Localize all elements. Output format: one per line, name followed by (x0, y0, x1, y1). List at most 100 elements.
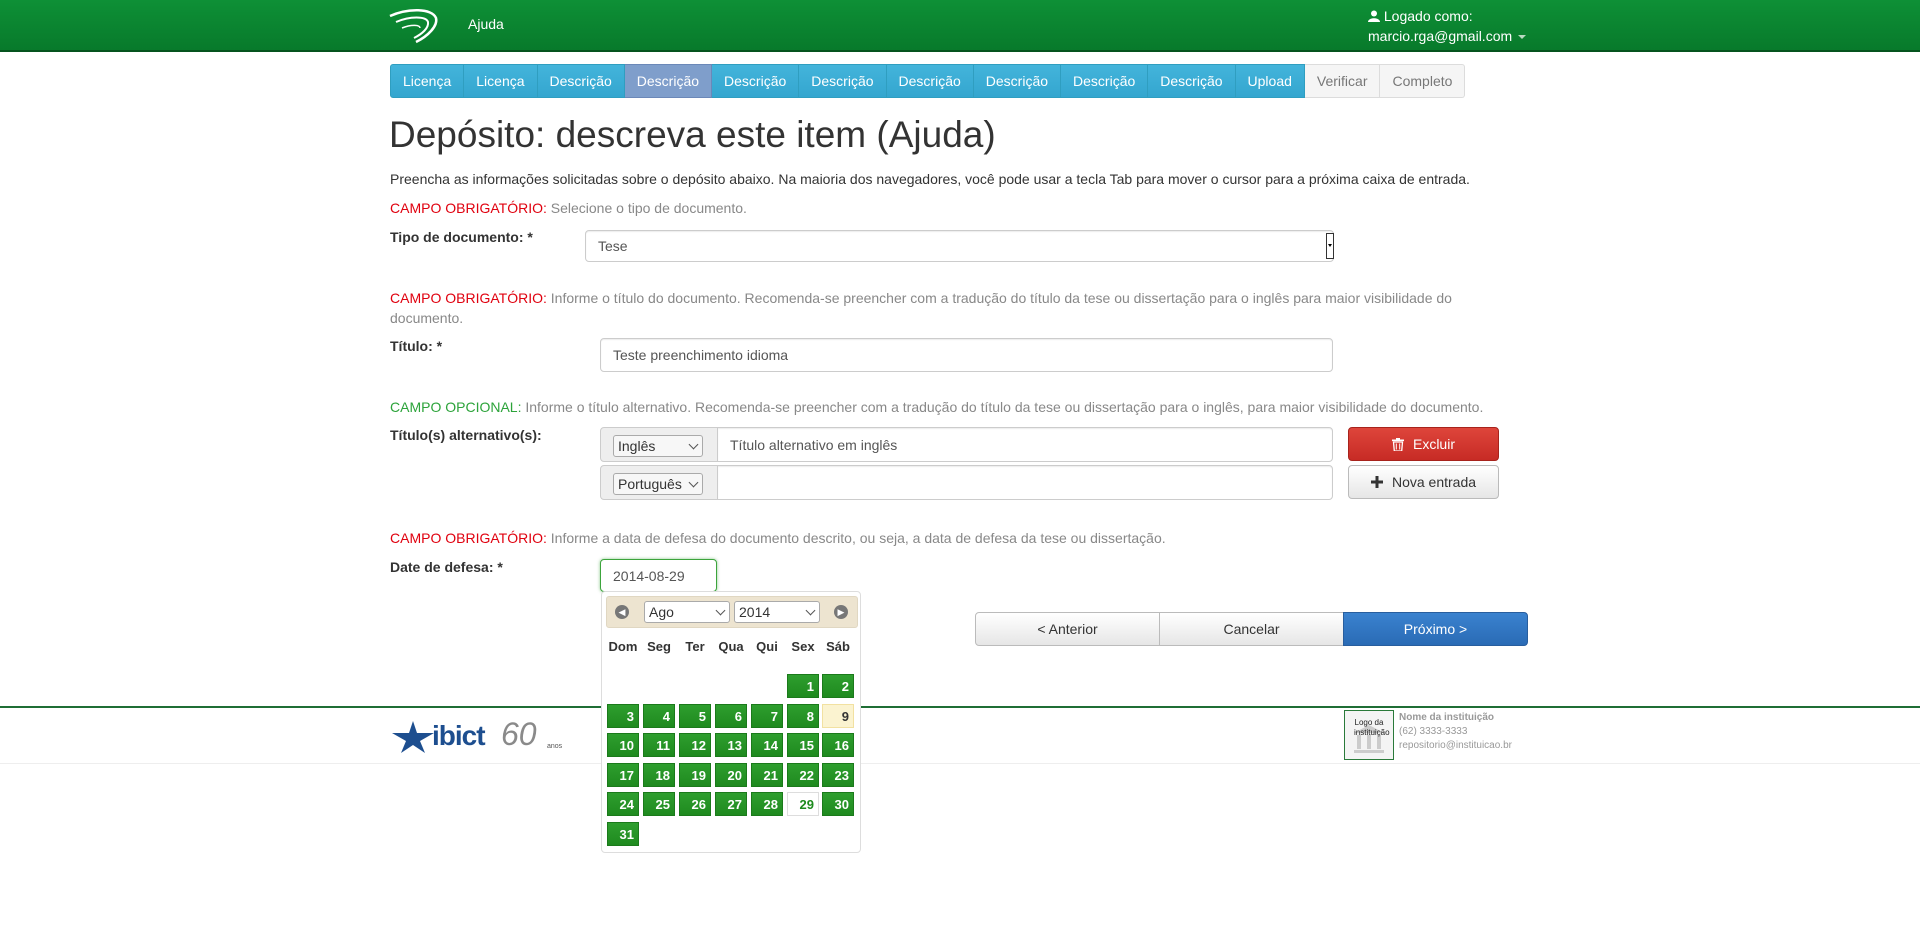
calendar-day[interactable]: 12 (679, 733, 711, 757)
progress-step-9[interactable]: Descrição (1061, 64, 1149, 98)
calendar-day[interactable]: 26 (679, 792, 711, 816)
weekday-label: Sex (791, 639, 815, 654)
required-tag: CAMPO OBRIGATÓRIO: (390, 200, 547, 216)
page-title: Depósito: descreva este item (Ajuda) (389, 114, 996, 155)
calendar-day[interactable]: 15 (787, 733, 819, 757)
calendar-day[interactable]: 21 (751, 763, 783, 787)
page-intro: Preencha as informações solicitadas sobr… (390, 171, 1470, 187)
calendar-day[interactable]: 29 (787, 792, 819, 816)
title-hint-text: Informe o título do documento. Recomenda… (390, 290, 1452, 326)
user-icon (1368, 10, 1380, 22)
defense-date-hint: CAMPO OBRIGATÓRIO: Informe a data de def… (390, 528, 1166, 548)
progress-step-12: Verificar (1304, 64, 1381, 98)
calendar-day[interactable]: 9 (822, 704, 854, 728)
progress-step-8[interactable]: Descrição (973, 64, 1062, 98)
year-select[interactable]: 2014 (734, 601, 820, 623)
doctype-hint-text: Selecione o tipo de documento. (546, 200, 747, 216)
user-label: Logado como: (1383, 8, 1473, 24)
progress-step-10[interactable]: Descrição (1148, 64, 1236, 98)
next-button[interactable]: Próximo > (1343, 612, 1528, 646)
previous-button[interactable]: < Anterior (975, 612, 1160, 646)
calendar-day[interactable]: 10 (607, 733, 639, 757)
calendar-day[interactable]: 31 (607, 822, 639, 846)
lang-select-value: Português (618, 476, 682, 492)
defense-date-value: 2014-08-29 (613, 567, 685, 584)
calendar-day[interactable]: 6 (715, 704, 747, 728)
institution-email[interactable]: repositorio@instituicao.br (1399, 739, 1512, 753)
month-select[interactable]: Ago (644, 601, 730, 623)
calendar-day[interactable]: 20 (715, 763, 747, 787)
calendar-day[interactable]: 27 (715, 792, 747, 816)
calendar-day[interactable]: 2 (822, 674, 854, 698)
prev-month-icon[interactable]: ◀ (615, 605, 629, 619)
footer: ibict 60 anos Logo da instituição Nome d… (0, 706, 1920, 764)
cancel-button[interactable]: Cancelar (1159, 612, 1344, 646)
delete-entry-button[interactable]: Excluir (1348, 427, 1499, 461)
weekday-label: Seg (647, 639, 671, 654)
calendar-day[interactable]: 28 (751, 792, 783, 816)
title-input[interactable]: Teste preenchimento idioma (600, 338, 1333, 372)
nav-help-link[interactable]: Ajuda (468, 16, 504, 32)
calendar-day[interactable]: 7 (751, 704, 783, 728)
progress-step-4[interactable]: Descrição (624, 64, 713, 98)
select-handle-icon[interactable] (1326, 233, 1334, 259)
calendar-day[interactable]: 25 (643, 792, 675, 816)
title-hint: CAMPO OBRIGATÓRIO: Informe o título do d… (390, 288, 1490, 328)
institution-phone: (62) 3333-3333 (1399, 726, 1468, 737)
progress-step-1[interactable]: Licença (390, 64, 465, 98)
calendar-day[interactable]: 4 (643, 704, 675, 728)
alt-title-input-value: Título alternativo em inglês (730, 436, 898, 453)
calendar-day[interactable]: 30 (822, 792, 854, 816)
institution-logo-text: Logo da instituição (1354, 718, 1390, 737)
trash-icon (1391, 437, 1404, 451)
calendar-day[interactable]: 16 (822, 733, 854, 757)
alt-title-lang-select-1[interactable]: Inglês (613, 435, 703, 457)
calendar-day[interactable]: 13 (715, 733, 747, 757)
defense-date-input[interactable]: 2014-08-29 (600, 559, 717, 592)
calendar-day[interactable]: 11 (643, 733, 675, 757)
chevron-down-icon (805, 605, 816, 616)
calendar-day[interactable]: 23 (822, 763, 854, 787)
progress-step-7[interactable]: Descrição (886, 64, 974, 98)
chevron-down-icon[interactable] (1518, 35, 1527, 40)
ibict-logo-anos: anos (547, 743, 563, 750)
weekday-label: Qui (756, 639, 778, 654)
alt-title-label: Título(s) alternativo(s): (390, 427, 542, 443)
calendar-day[interactable]: 8 (787, 704, 819, 728)
chevron-down-icon (715, 605, 726, 616)
add-entry-label: Nova entrada (1391, 474, 1477, 490)
progress-step-5[interactable]: Descrição (712, 64, 800, 98)
weekday-label: Qua (718, 639, 744, 654)
alt-title-lang-select-2[interactable]: Português (613, 473, 703, 495)
calendar-day[interactable]: 17 (607, 763, 639, 787)
doctype-select[interactable]: Tese (585, 230, 1334, 262)
ibict-star-icon (392, 721, 434, 753)
chevron-down-icon (688, 439, 699, 450)
delete-entry-label: Excluir (1412, 436, 1455, 452)
alt-title-input-2[interactable] (717, 465, 1333, 500)
calendar-day[interactable]: 22 (787, 763, 819, 787)
progress-step-3[interactable]: Descrição (537, 64, 625, 98)
next-month-icon[interactable]: ▶ (834, 605, 848, 619)
alt-title-lang-addon-1: Inglês (600, 427, 718, 462)
calendar-day[interactable]: 1 (787, 674, 819, 698)
required-tag: CAMPO OBRIGATÓRIO: (390, 530, 547, 546)
institution-logo: Logo da instituição (1344, 710, 1394, 760)
title-label: Título: * (390, 338, 443, 354)
calendar-day[interactable]: 3 (607, 704, 639, 728)
calendar-day[interactable]: 18 (643, 763, 675, 787)
weekday-label: Sáb (826, 639, 850, 654)
repository-logo-icon[interactable] (388, 6, 440, 44)
alt-title-input-1[interactable]: Título alternativo em inglês (717, 427, 1333, 462)
user-email[interactable]: marcio.rga@gmail.com (1368, 28, 1512, 44)
user-menu[interactable]: Logado como: marcio.rga@gmail.com (1368, 6, 1527, 46)
progress-step-11[interactable]: Upload (1235, 64, 1305, 98)
calendar-day[interactable]: 19 (679, 763, 711, 787)
progress-step-2[interactable]: Licença (464, 64, 538, 98)
progress-step-6[interactable]: Descrição (799, 64, 887, 98)
add-entry-button[interactable]: Nova entrada (1348, 465, 1499, 499)
calendar-day[interactable]: 24 (607, 792, 639, 816)
alt-title-hint-text: Informe o título alternativo. Recomenda-… (521, 399, 1484, 415)
calendar-day[interactable]: 14 (751, 733, 783, 757)
calendar-day[interactable]: 5 (679, 704, 711, 728)
